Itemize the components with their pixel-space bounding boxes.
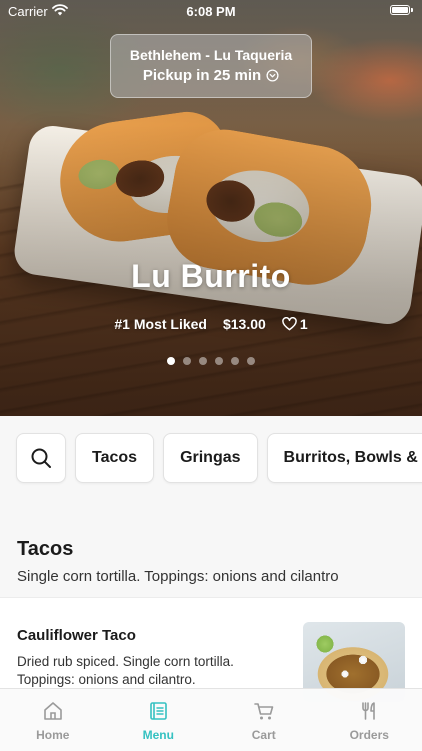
hero-banner[interactable]: Carrier 6:08 PM Bethlehem - Lu Taqueria …: [0, 0, 422, 416]
category-bar: Tacos Gringas Burritos, Bowls &: [16, 433, 422, 483]
battery-tip: [411, 8, 413, 12]
featured-item-meta: #1 Most Liked $13.00 1: [0, 316, 422, 332]
fork-knife-icon: [358, 700, 380, 722]
carousel-dot[interactable]: [215, 357, 223, 365]
clock-time: 6:08 PM: [0, 4, 422, 19]
featured-price: $13.00: [223, 316, 266, 332]
tab-menu[interactable]: Menu: [106, 689, 212, 751]
section-title: Tacos: [17, 538, 73, 561]
store-name: Bethlehem - Lu Taqueria: [111, 47, 311, 63]
search-icon: [30, 447, 52, 469]
cart-icon: [253, 700, 275, 722]
featured-item-title: Lu Burrito: [0, 258, 422, 295]
tab-home-label: Home: [36, 728, 69, 742]
search-button[interactable]: [16, 433, 66, 483]
featured-tag: #1 Most Liked: [114, 316, 207, 332]
carousel-dot[interactable]: [247, 357, 255, 365]
tab-bar: Home Menu Cart Orders: [0, 688, 422, 751]
tab-orders-label: Orders: [350, 728, 389, 742]
pickup-label: Pickup in 25 min: [143, 67, 261, 84]
carousel-dot[interactable]: [167, 357, 175, 365]
status-bar: Carrier 6:08 PM: [0, 0, 422, 22]
section-subtitle: Single corn tortilla. Toppings: onions a…: [17, 568, 339, 585]
location-selector[interactable]: Bethlehem - Lu Taqueria Pickup in 25 min: [110, 34, 312, 98]
menu-item-description: Dried rub spiced. Single corn tortilla. …: [17, 653, 287, 689]
menu-book-icon: [147, 700, 169, 722]
carousel-indicator[interactable]: [0, 357, 422, 365]
category-chip-gringas[interactable]: Gringas: [163, 433, 257, 483]
carousel-dot[interactable]: [183, 357, 191, 365]
heart-icon: [282, 317, 297, 331]
tab-orders[interactable]: Orders: [317, 689, 422, 751]
chevron-down-circle-icon: [266, 69, 279, 82]
carousel-dot[interactable]: [199, 357, 207, 365]
category-chip-burritos[interactable]: Burritos, Bowls &: [267, 433, 422, 483]
category-chip-tacos[interactable]: Tacos: [75, 433, 154, 483]
tab-cart-label: Cart: [252, 728, 276, 742]
battery-icon: [390, 5, 410, 15]
tab-home[interactable]: Home: [0, 689, 106, 751]
like-button[interactable]: 1: [282, 316, 308, 332]
carousel-dot[interactable]: [231, 357, 239, 365]
menu-item-name: Cauliflower Taco: [17, 627, 136, 644]
home-icon: [42, 700, 64, 722]
pickup-time: Pickup in 25 min: [143, 67, 279, 84]
tab-cart[interactable]: Cart: [211, 689, 317, 751]
menu-item-card[interactable]: Cauliflower Taco Dried rub spiced. Singl…: [0, 597, 422, 698]
tab-menu-label: Menu: [143, 728, 174, 742]
like-count: 1: [300, 316, 308, 332]
